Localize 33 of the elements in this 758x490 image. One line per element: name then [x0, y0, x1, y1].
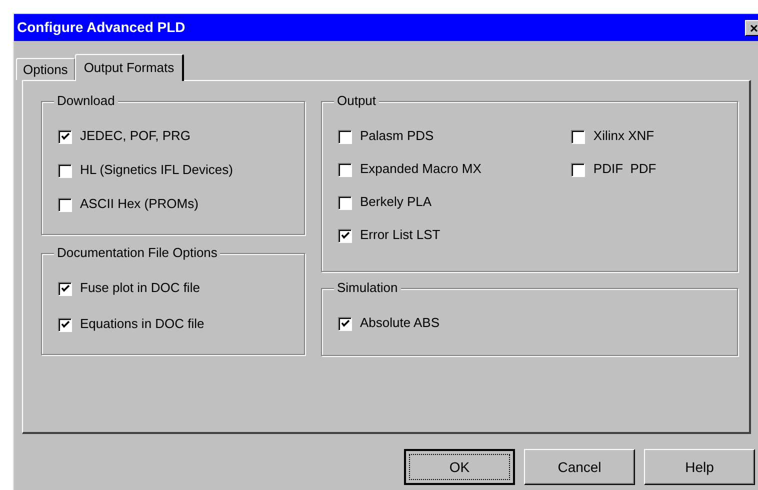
checkbox[interactable] — [338, 228, 351, 242]
checkbox[interactable] — [571, 162, 584, 176]
checkbox-option[interactable]: PDIF PDF — [571, 161, 656, 177]
tab[interactable]: Options — [16, 58, 75, 80]
close-button[interactable]: × — [745, 20, 758, 36]
checkbox[interactable] — [571, 130, 584, 142]
checkbox-option[interactable]: Expanded Macro MX — [338, 161, 482, 177]
group-title: Documentation File Options — [54, 245, 220, 261]
checkbox[interactable] — [58, 198, 71, 210]
dialog-button[interactable]: OK — [404, 449, 515, 485]
checkbox-option[interactable]: Error List LST — [338, 227, 482, 243]
window-title: Configure Advanced PLD — [17, 18, 186, 37]
checkbox-option[interactable]: Palasm PDS — [338, 128, 482, 144]
checkbox-option[interactable]: Absolute ABS — [338, 315, 440, 331]
checkbox[interactable] — [58, 318, 71, 330]
checkbox-option[interactable]: Fuse plot in DOC file — [58, 280, 204, 296]
checkbox[interactable] — [338, 316, 351, 330]
checkbox[interactable] — [338, 196, 351, 208]
checkbox-option[interactable]: Berkely PLA — [338, 194, 482, 210]
dialog-button[interactable]: Cancel — [524, 449, 635, 485]
checkbox[interactable] — [58, 164, 71, 176]
checkbox-option[interactable]: HL (Signetics IFL Devices) — [58, 162, 233, 178]
checkbox[interactable] — [338, 130, 351, 142]
checkbox-option[interactable]: Equations in DOC file — [58, 316, 204, 332]
checkbox[interactable] — [58, 282, 71, 294]
checkbox-option[interactable]: JEDEC, POF, PRG — [58, 128, 233, 144]
dialog-button[interactable]: Help — [644, 449, 755, 485]
checkbox[interactable] — [338, 162, 351, 176]
checkbox[interactable] — [58, 130, 71, 142]
tab[interactable]: Output Formats — [74, 54, 184, 81]
checkbox-option[interactable]: ASCII Hex (PROMs) — [58, 196, 233, 212]
group-title: Output — [334, 93, 380, 109]
checkbox-option[interactable]: Xilinx XNF — [571, 128, 656, 144]
